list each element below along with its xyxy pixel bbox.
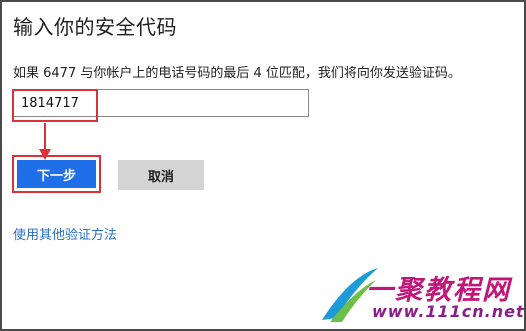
- security-code-value: 1814717: [21, 96, 79, 111]
- cancel-button[interactable]: 取消: [118, 160, 204, 190]
- watermark-domain: www.111cn.net: [372, 302, 525, 321]
- other-verification-link[interactable]: 使用其他验证方法: [13, 224, 117, 243]
- page-title: 输入你的安全代码: [13, 15, 177, 39]
- next-button[interactable]: 下一步: [17, 160, 96, 188]
- description-text: 如果 6477 与你帐户上的电话号码的最后 4 位匹配，我们将向你发送验证码。: [13, 66, 461, 81]
